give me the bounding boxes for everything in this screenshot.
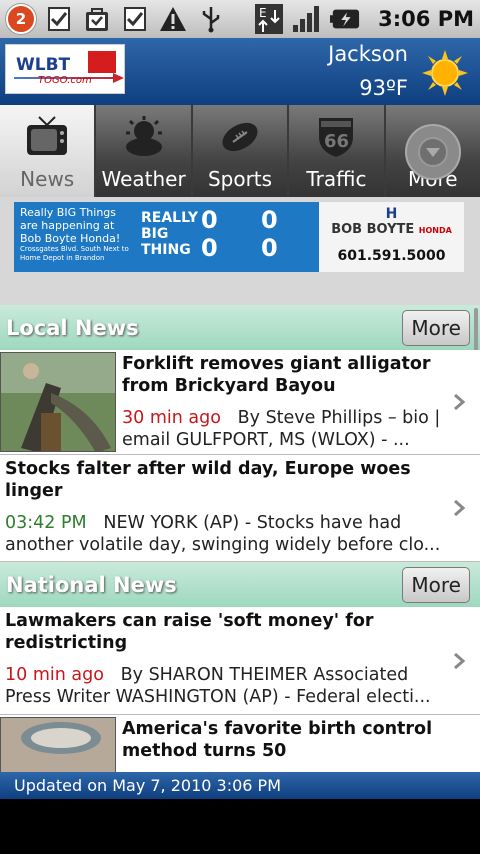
football-icon — [218, 115, 262, 159]
ad-zero-4: 0 — [261, 234, 278, 262]
app-header: WLBT TOGO.com Jackson 93ºF — [0, 38, 480, 105]
ad-zero-3: 0 — [261, 206, 278, 234]
svg-text:66: 66 — [324, 131, 349, 152]
story-row[interactable]: Forklift removes giant alligator from Br… — [0, 350, 480, 455]
story-time: 03:42 PM — [5, 513, 87, 533]
signal-icon — [292, 4, 322, 34]
cloud-sun-icon — [122, 115, 166, 159]
warning-icon — [158, 4, 188, 34]
tab-news-label: News — [20, 167, 75, 191]
section-title: Local News — [6, 315, 139, 340]
logo-text: WLBT — [16, 55, 71, 75]
ad-left-panel: Really BIG Things are happening at Bob B… — [14, 202, 139, 272]
tab-sports[interactable]: Sports — [192, 105, 288, 197]
notification-count: 2 — [6, 4, 36, 34]
story-row[interactable]: America's favorite birth control method … — [0, 715, 480, 772]
status-right: E 3:06 PM — [254, 4, 474, 34]
ad-dealer: BOB BOYTE HONDA — [319, 222, 464, 237]
banner-ad[interactable]: Really BIG Things are happening at Bob B… — [14, 202, 464, 272]
story-meta: 30 min ago By Steve Phillips – bio | ema… — [122, 407, 446, 451]
section-title: National News — [6, 572, 177, 597]
section-header-national: National News More — [0, 562, 480, 607]
ad-area: Really BIG Things are happening at Bob B… — [0, 197, 480, 305]
ad-zero-2: 0 — [201, 234, 218, 262]
story-thumbnail — [0, 717, 116, 772]
ad-phone: 601.591.5000 — [337, 248, 446, 264]
ad-right-panel: H BOB BOYTE HONDA 601.591.5000 — [319, 202, 464, 272]
notification-badge[interactable]: 2 — [6, 4, 36, 34]
story-title: Forklift removes giant alligator from Br… — [122, 354, 431, 396]
story-time: 30 min ago — [122, 408, 221, 428]
battery-icon — [330, 4, 360, 34]
tab-weather[interactable]: Weather — [96, 105, 191, 197]
tab-more[interactable]: More — [385, 105, 480, 197]
svg-text:E: E — [259, 6, 267, 20]
national-more-button[interactable]: More — [402, 566, 470, 603]
checklist-icon — [120, 4, 150, 34]
story-text: Lawmakers can raise 'soft money' for red… — [0, 607, 480, 708]
story-row[interactable]: Lawmakers can raise 'soft money' for red… — [0, 607, 480, 715]
status-bar: 2 E 3:06 PM — [0, 0, 480, 38]
category-tabs: News Weather Sports 66 Traffic More — [0, 105, 480, 197]
chevron-right-icon — [452, 499, 466, 517]
ad-dealer-name: BOB BOYTE — [331, 222, 415, 237]
story-row[interactable]: Stocks falter after wild day, Europe woe… — [0, 455, 480, 562]
chevron-down-icon — [404, 123, 462, 181]
bag-icon — [82, 4, 112, 34]
local-more-button[interactable]: More — [402, 309, 470, 346]
sun-icon[interactable] — [422, 50, 468, 96]
bottom-bezel — [0, 799, 480, 854]
news-list[interactable]: Local News More Forklift removes giant a… — [0, 305, 480, 772]
section-header-local: Local News More — [0, 305, 480, 350]
tab-weather-label: Weather — [101, 167, 186, 191]
honda-logo: H — [385, 206, 398, 222]
story-meta: 10 min ago By SHARON THEIMER Associated … — [5, 664, 446, 708]
story-meta: 03:42 PM NEW YORK (AP) - Stocks have had… — [5, 512, 446, 556]
ad-middle-panel: REALLY BIG THING 0 0 0 0 — [139, 202, 319, 272]
tab-traffic-label: Traffic — [306, 167, 367, 191]
story-thumbnail — [0, 352, 116, 452]
chevron-right-icon — [452, 393, 466, 411]
story-title: America's favorite birth control method … — [122, 719, 433, 761]
weather-city[interactable]: Jackson — [328, 42, 408, 66]
story-time: 10 min ago — [5, 665, 104, 685]
ad-brand: HONDA — [418, 226, 452, 235]
tab-traffic[interactable]: 66 Traffic — [289, 105, 384, 197]
ad-zero-1: 0 — [201, 206, 218, 234]
story-title: Stocks falter after wild day, Europe woe… — [5, 459, 411, 501]
logo-subtext: TOGO.com — [38, 75, 92, 86]
data-transfer-icon: E — [254, 4, 284, 34]
story-text: Stocks falter after wild day, Europe woe… — [0, 455, 480, 556]
logo-channel-box — [88, 51, 116, 73]
tab-sports-label: Sports — [207, 167, 273, 191]
chevron-right-icon — [452, 652, 466, 670]
usb-icon — [196, 4, 226, 34]
clock: 3:06 PM — [378, 7, 474, 31]
update-footer: Updated on May 7, 2010 3:06 PM — [0, 772, 480, 799]
route-66-icon: 66 — [314, 115, 358, 159]
ad-address: Crossgates Blvd. South Next to Home Depo… — [20, 245, 129, 262]
weather-temperature[interactable]: 93ºF — [359, 76, 408, 100]
ad-big-text: REALLY BIG THING — [141, 210, 198, 258]
app-window: 2 E 3:06 PM WLBT TOGO.com Jackson 93ºF N… — [0, 0, 480, 854]
station-logo[interactable]: WLBT TOGO.com — [5, 44, 125, 94]
ad-tagline: Really BIG Things are happening at Bob B… — [20, 206, 121, 245]
tab-news[interactable]: News — [0, 105, 95, 197]
story-title: Lawmakers can raise 'soft money' for red… — [5, 611, 374, 653]
tv-icon — [25, 115, 69, 159]
checklist-icon — [44, 4, 74, 34]
